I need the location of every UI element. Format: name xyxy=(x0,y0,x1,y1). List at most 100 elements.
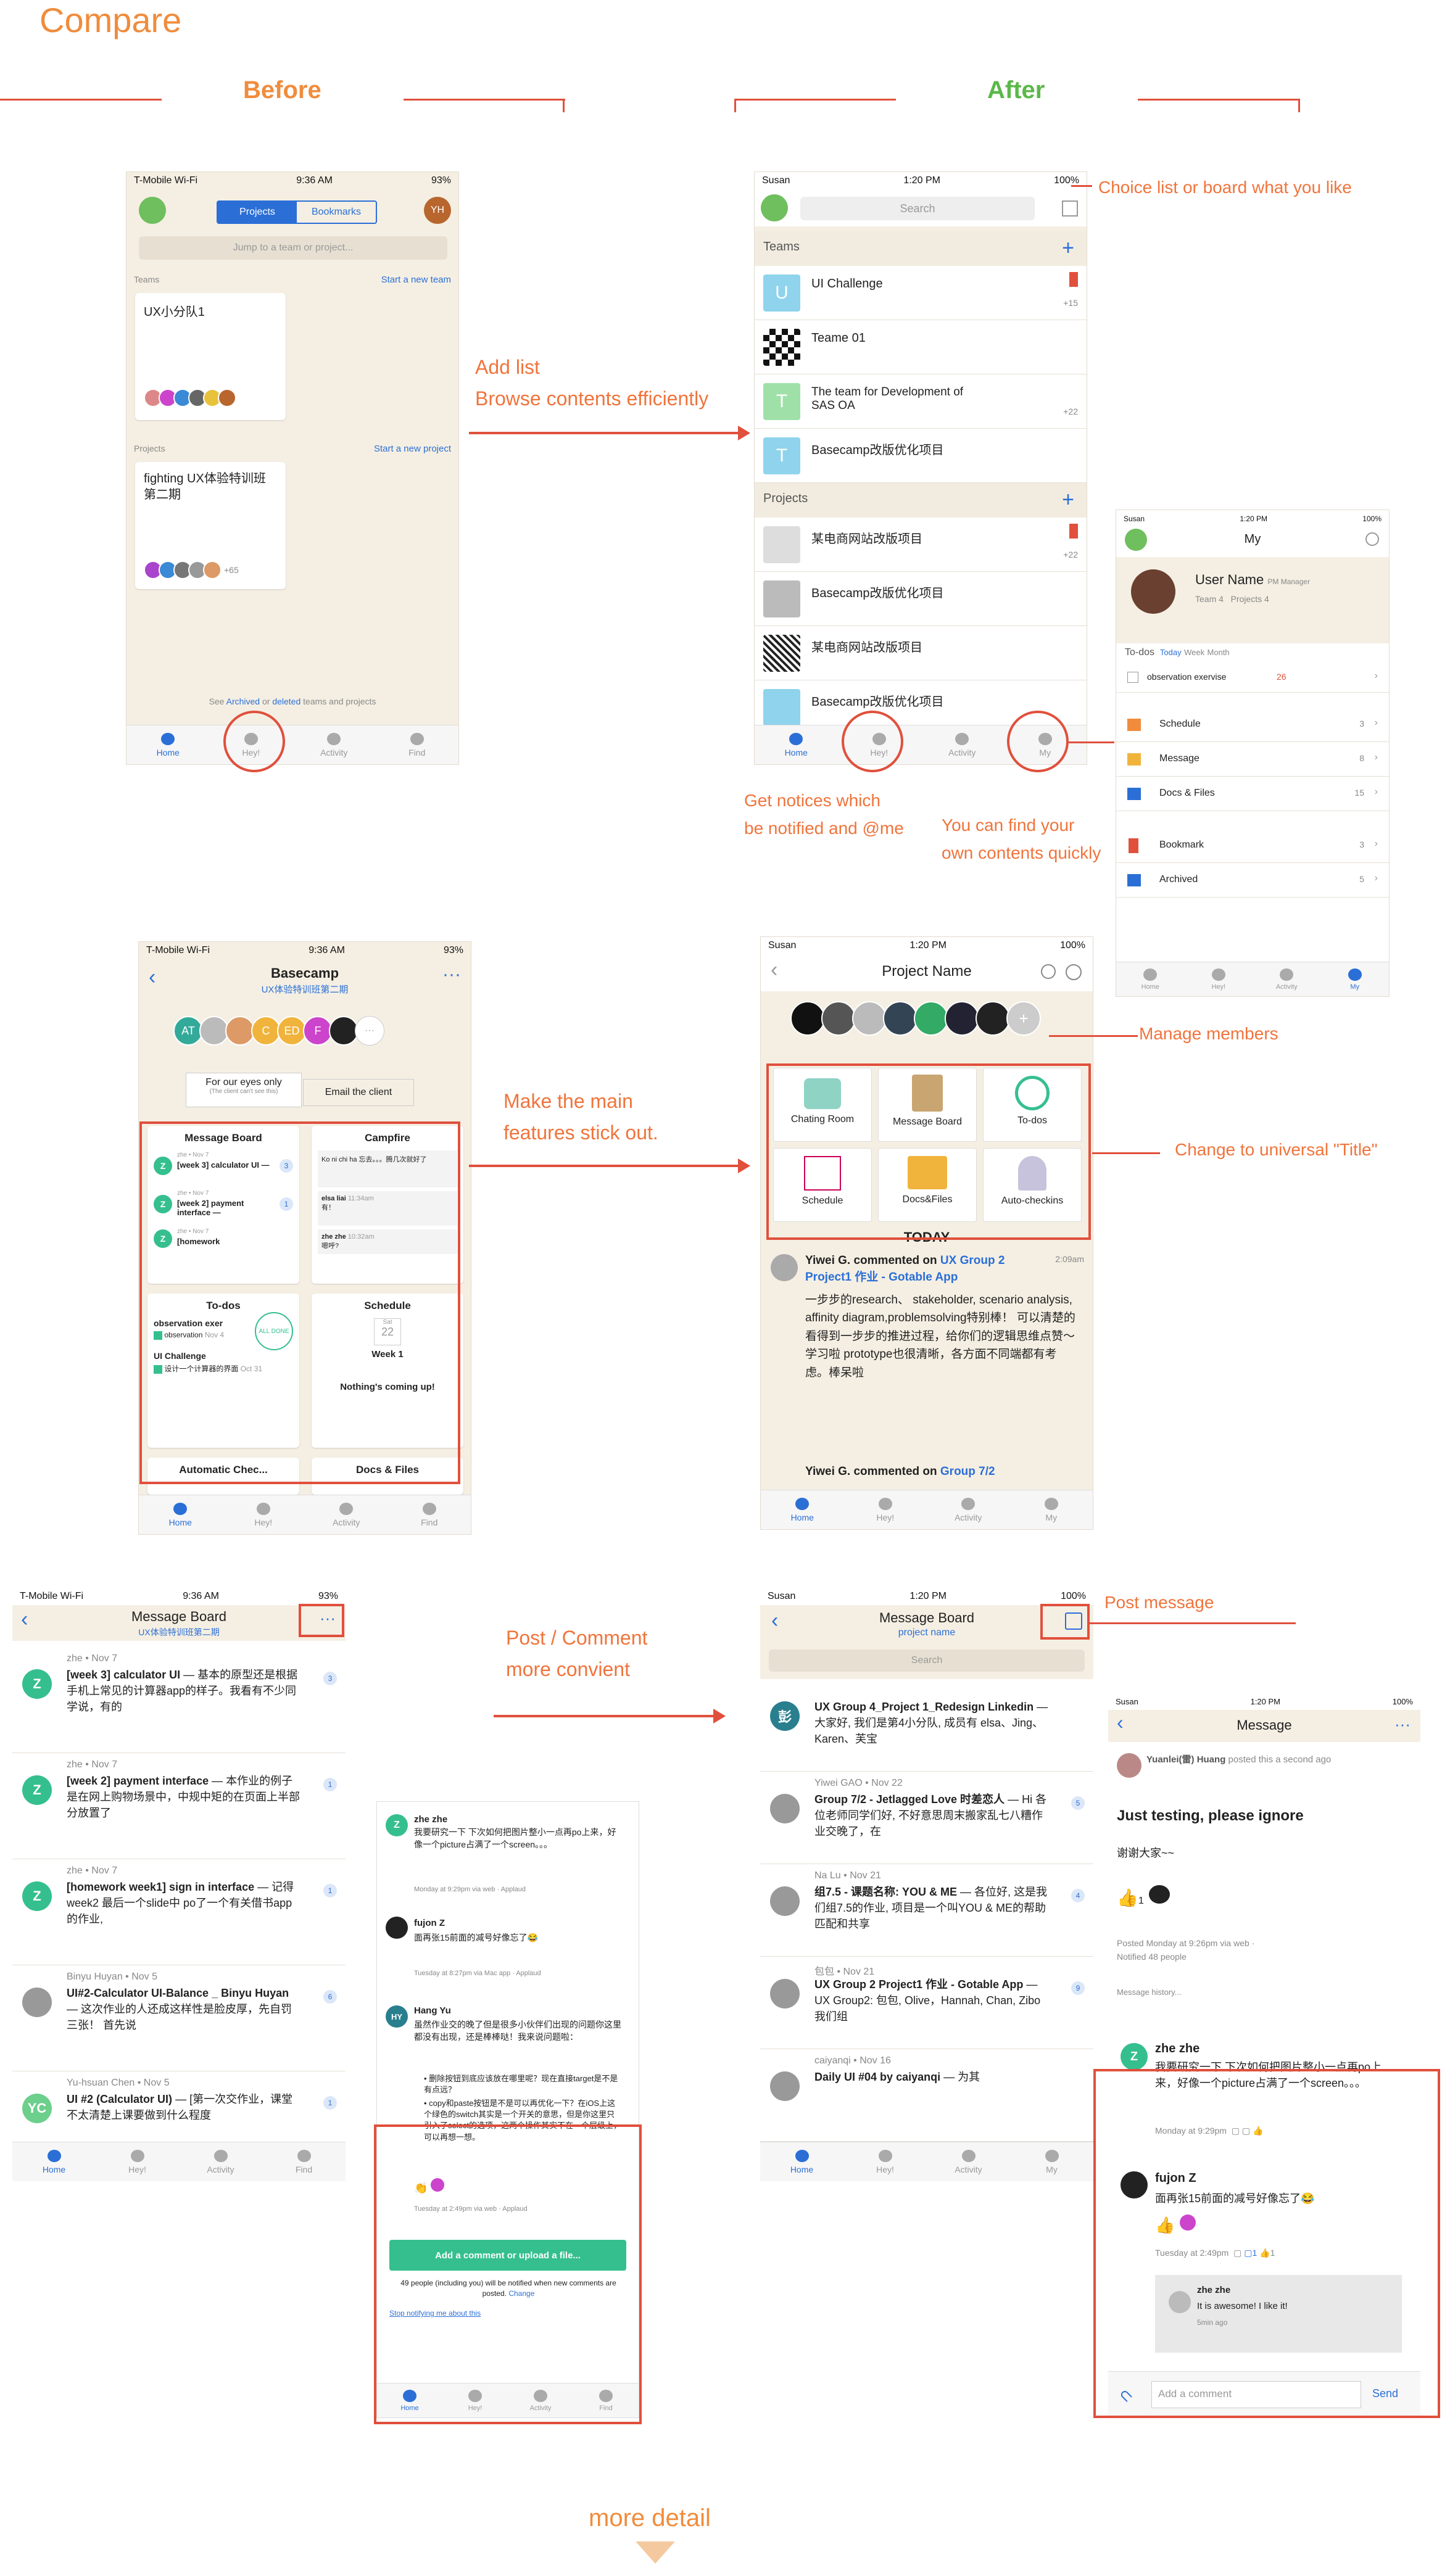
nav-activity[interactable]: Activity xyxy=(292,725,376,764)
message-row[interactable]: Zzhe • Nov 7 [week 2] payment interface —… xyxy=(12,1753,346,1859)
message-row[interactable]: 包包 • Nov 21 UX Group 2 Project1 作业 - Gota… xyxy=(760,1957,1093,2049)
filter-month[interactable]: Month xyxy=(1208,648,1230,657)
nav-home[interactable]: Home xyxy=(1116,962,1185,996)
comment-count-badge: 1 xyxy=(323,1778,337,1791)
team-row[interactable]: T Basecamp改版优化项目 xyxy=(755,429,1087,483)
tab-eyes-only[interactable]: For our eyes only (The client can't see t… xyxy=(186,1073,302,1107)
search-input[interactable]: Search xyxy=(800,197,1035,220)
avatar: Z xyxy=(22,1775,52,1805)
menu-schedule[interactable]: Schedule 3 › xyxy=(1116,708,1389,742)
menu-bookmark[interactable]: Bookmark 3 › xyxy=(1116,828,1389,863)
start-team-link[interactable]: Start a new team xyxy=(381,275,451,285)
nav-my[interactable]: My xyxy=(1010,2142,1093,2181)
checkbox[interactable] xyxy=(1127,672,1138,683)
nav-find[interactable]: Find xyxy=(376,725,459,764)
nav-activity[interactable]: Activity xyxy=(927,2142,1010,2181)
message-row[interactable]: Binyu Huyan • Nov 5 UI#2-Calculator UI-Ba… xyxy=(12,1965,346,2071)
nav-home[interactable]: Home xyxy=(139,1495,222,1534)
person-icon xyxy=(1348,968,1362,981)
tab-email-client[interactable]: Email the client xyxy=(303,1079,414,1106)
nav-hey[interactable]: Hey! xyxy=(96,2142,179,2181)
team-row[interactable]: U UI Challenge +15 xyxy=(755,266,1087,320)
more-members-icon[interactable]: ··· xyxy=(355,1016,384,1046)
team-card[interactable]: UX小分队1 xyxy=(135,293,286,420)
chevron-down-icon[interactable] xyxy=(636,2541,675,2564)
nav-home[interactable]: Home xyxy=(12,2142,96,2181)
add-project-icon[interactable]: + xyxy=(1062,488,1074,512)
bookmark-icon[interactable] xyxy=(1069,524,1078,539)
menu-archived[interactable]: Archived 5 › xyxy=(1116,863,1389,898)
search-input[interactable]: Search xyxy=(769,1649,1085,1672)
nav-my[interactable]: My xyxy=(1321,962,1390,996)
message-row[interactable]: Zzhe • Nov 7 [homework week1] sign in int… xyxy=(12,1859,346,1965)
team-row[interactable]: T The team for Development of SAS OA +22 xyxy=(755,374,1087,429)
gear-icon[interactable] xyxy=(1365,532,1379,546)
arrow-head-3 xyxy=(713,1709,726,1724)
tab-bookmarks[interactable]: Bookmarks xyxy=(297,202,376,223)
phone-after-board: Susan 1:20 PM 100% ‹ Message Board project… xyxy=(760,1588,1093,2181)
message-row[interactable]: Na Lu • Nov 21 组7.5 - 课题名称: YOU & ME — 各位… xyxy=(760,1864,1093,1957)
message-row[interactable]: 彭 UX Group 4_Project 1_Redesign Linkedin … xyxy=(760,1679,1093,1772)
add-team-icon[interactable]: + xyxy=(1062,236,1074,260)
project-subtitle[interactable]: UX体验特训班第二期 xyxy=(139,983,471,996)
nav-home[interactable]: Home xyxy=(755,725,838,764)
board-subtitle[interactable]: UX体验特训班第二期 xyxy=(12,1626,346,1638)
deleted-link[interactable]: deleted xyxy=(272,696,300,706)
member-avatars[interactable]: AT C ED F ··· xyxy=(173,1016,384,1046)
avatar[interactable]: YH xyxy=(424,197,451,224)
nav-hey[interactable]: Hey! xyxy=(844,1490,927,1529)
feed-headline-2[interactable]: Yiwei G. commented on Group 7/2 xyxy=(805,1465,1064,1479)
search-icon[interactable] xyxy=(1041,964,1056,979)
menu-docs[interactable]: Docs & Files 15 › xyxy=(1116,777,1389,811)
menu-message[interactable]: Message 8 › xyxy=(1116,742,1389,777)
search-icon xyxy=(422,1502,436,1515)
nav-find[interactable]: Find xyxy=(262,2142,346,2181)
nav-hey[interactable]: Hey! xyxy=(222,1495,305,1534)
archived-link[interactable]: Archived xyxy=(226,696,260,706)
bookmark-icon[interactable] xyxy=(1069,272,1078,287)
todo-row[interactable]: observation exervise 26 › xyxy=(1116,663,1389,693)
project-row[interactable]: 某电商网站改版项目 xyxy=(755,626,1087,680)
avatar[interactable] xyxy=(1131,569,1175,614)
nav-activity[interactable]: Activity xyxy=(179,2142,262,2181)
message-body: 谢谢大家~~ xyxy=(1117,1847,1175,1859)
team-row[interactable]: Teame 01 xyxy=(755,320,1087,374)
home-icon xyxy=(173,1502,188,1515)
message-row[interactable]: caiyanqi • Nov 16 Daily UI #04 by caiyanq… xyxy=(760,2049,1093,2142)
grid-toggle-icon[interactable] xyxy=(1062,200,1078,217)
applause-reactions[interactable]: 👍1 xyxy=(1117,1885,1170,1908)
nav-find[interactable]: Find xyxy=(388,1495,471,1534)
gear-icon[interactable] xyxy=(1066,964,1082,980)
nav-my[interactable]: My xyxy=(1010,1490,1093,1529)
project-card[interactable]: fighting UX体验特训班第二期 +65 xyxy=(135,462,286,589)
search-input[interactable]: Jump to a team or project... xyxy=(139,236,447,260)
more-icon[interactable]: ··· xyxy=(1394,1715,1411,1734)
feed-headline[interactable]: Yiwei G. commented on UX Group 2 Project… xyxy=(805,1253,1040,1286)
project-row[interactable]: 某电商网站改版项目 +22 xyxy=(755,518,1087,572)
message-row[interactable]: Zzhe • Nov 7 [week 3] calculator UI — 基本的… xyxy=(12,1647,346,1753)
add-member-icon[interactable]: + xyxy=(1006,1001,1041,1036)
phone-my: Susan 1:20 PM 100% My User Name PM Manager… xyxy=(1116,510,1390,997)
filter-week[interactable]: Week xyxy=(1184,648,1204,657)
user-stats: Team 4 Projects 4 xyxy=(1195,594,1269,604)
member-avatars[interactable]: + xyxy=(790,1001,1041,1036)
tab-projects[interactable]: Projects xyxy=(218,202,297,223)
nav-activity[interactable]: Activity xyxy=(921,725,1004,764)
nav-home[interactable]: Home xyxy=(126,725,210,764)
activity-icon xyxy=(327,732,341,745)
message-row[interactable]: Yiwei GAO • Nov 22 Group 7/2 - Jetlagged … xyxy=(760,1772,1093,1864)
comment-body: 虽然作业交的晚了但是很多小伙伴们出现的问题你这里都没有出现，还是棒棒哒！我来说问… xyxy=(414,2020,621,2042)
nav-hey[interactable]: Hey! xyxy=(843,2142,927,2181)
project-row[interactable]: Basecamp改版优化项目 xyxy=(755,572,1087,626)
message-history-link[interactable]: Message history... xyxy=(1117,1988,1182,1997)
avatar[interactable] xyxy=(771,1254,798,1281)
nav-activity[interactable]: Activity xyxy=(927,1490,1010,1529)
nav-activity[interactable]: Activity xyxy=(305,1495,388,1534)
start-project-link[interactable]: Start a new project xyxy=(374,444,451,454)
nav-home[interactable]: Home xyxy=(760,2142,843,2181)
nav-activity[interactable]: Activity xyxy=(1253,962,1321,996)
nav-home[interactable]: Home xyxy=(761,1490,844,1529)
nav-hey[interactable]: Hey! xyxy=(1185,962,1253,996)
filter-today[interactable]: Today xyxy=(1160,648,1182,657)
more-icon[interactable]: ··· xyxy=(442,964,461,985)
